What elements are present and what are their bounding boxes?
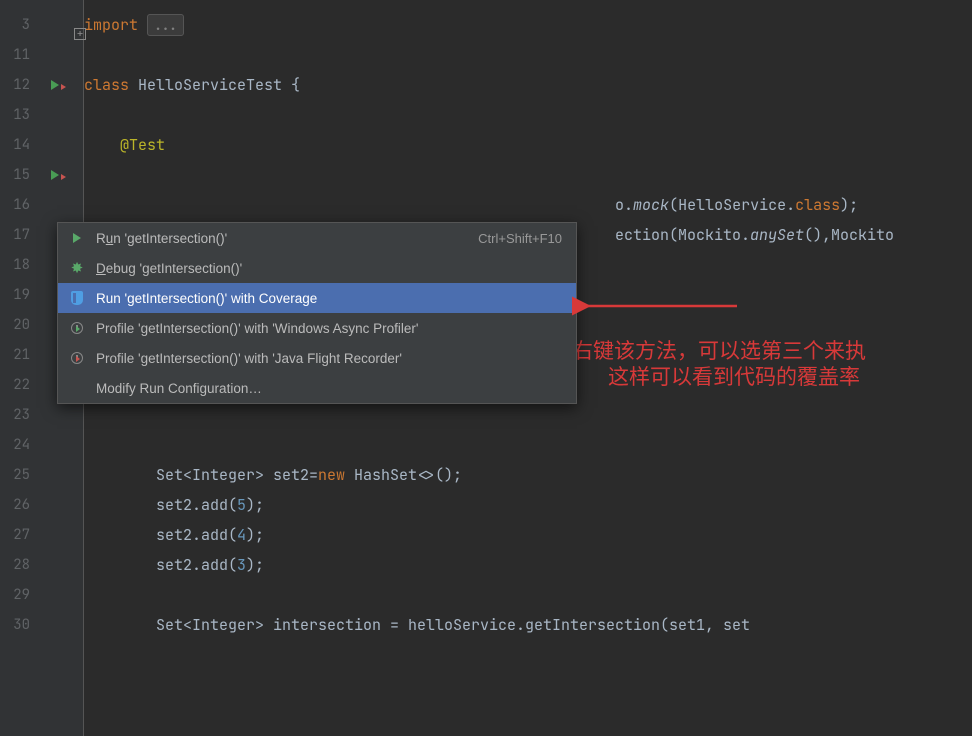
line-number[interactable]: 11 xyxy=(0,40,38,70)
play-icon xyxy=(68,233,86,243)
line-number-gutter: 3 11 12 13 14 15 16 17 18 19 20 21 22 23… xyxy=(0,0,38,736)
line-number[interactable]: 26 xyxy=(0,490,38,520)
line-number[interactable]: 3 xyxy=(0,10,38,40)
annotation-text: 右键该方法，可以选第三个来执 这样可以看到代码的覆盖率 xyxy=(572,339,866,391)
coverage-shield-icon xyxy=(68,291,86,305)
line-number[interactable]: 16 xyxy=(0,190,38,220)
fold-placeholder[interactable]: ... xyxy=(147,14,184,36)
line-number[interactable]: 14 xyxy=(0,130,38,160)
line-number[interactable]: 29 xyxy=(0,580,38,610)
ctx-debug[interactable]: ✸ Debug 'getIntersection()' xyxy=(58,253,576,283)
context-menu: Run 'getIntersection()' Ctrl+Shift+F10 ✸… xyxy=(57,222,577,404)
line-number[interactable]: 23 xyxy=(0,400,38,430)
line-number[interactable]: 24 xyxy=(0,430,38,460)
line-number[interactable]: 18 xyxy=(0,250,38,280)
expand-fold-icon[interactable]: + xyxy=(74,28,86,40)
line-number[interactable]: 25 xyxy=(0,460,38,490)
line-number[interactable]: 30 xyxy=(0,610,38,640)
line-number[interactable]: 17 xyxy=(0,220,38,250)
line-number[interactable]: 19 xyxy=(0,280,38,310)
line-number[interactable]: 15 xyxy=(0,160,38,190)
ctx-modify-config[interactable]: Modify Run Configuration… xyxy=(58,373,576,403)
line-number[interactable]: 28 xyxy=(0,550,38,580)
profiler-icon xyxy=(68,322,86,334)
shortcut-label: Ctrl+Shift+F10 xyxy=(478,231,562,246)
line-number[interactable]: 13 xyxy=(0,100,38,130)
run-test-class-icon[interactable] xyxy=(38,70,72,100)
run-test-method-icon[interactable] xyxy=(38,160,72,190)
bug-icon: ✸ xyxy=(68,259,86,277)
line-number[interactable]: 12 xyxy=(0,70,38,100)
profiler-jfr-icon xyxy=(68,352,86,364)
ctx-profile-jfr[interactable]: Profile 'getIntersection()' with 'Java F… xyxy=(58,343,576,373)
line-number[interactable]: 27 xyxy=(0,520,38,550)
line-number[interactable]: 22 xyxy=(0,370,38,400)
ctx-profile-async[interactable]: Profile 'getIntersection()' with 'Window… xyxy=(58,313,576,343)
line-number[interactable]: 20 xyxy=(0,310,38,340)
ctx-run-coverage[interactable]: Run 'getIntersection()' with Coverage xyxy=(58,283,576,313)
ctx-run[interactable]: Run 'getIntersection()' Ctrl+Shift+F10 xyxy=(58,223,576,253)
line-number[interactable]: 21 xyxy=(0,340,38,370)
